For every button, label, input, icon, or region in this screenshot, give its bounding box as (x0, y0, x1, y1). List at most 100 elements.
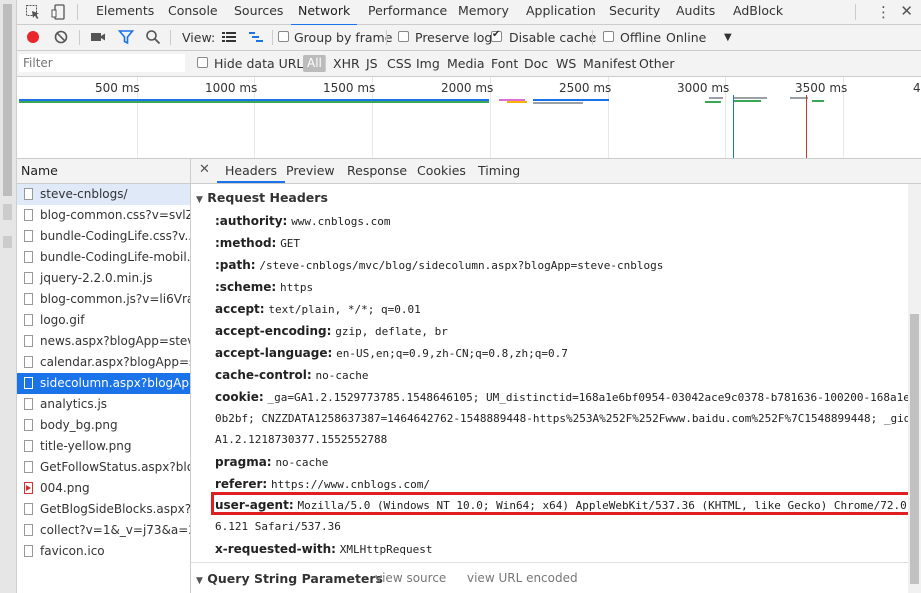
tab-audits[interactable]: Audits (676, 0, 715, 24)
inspect-element-icon[interactable] (25, 4, 41, 20)
tab-network[interactable]: Network (291, 0, 358, 26)
header-row: cache-control: no-cache (215, 368, 369, 382)
cookie-continuation: A1.2.1218730377.1552552788 (215, 433, 388, 446)
tab-performance[interactable]: Performance (368, 0, 447, 24)
query-string-title: Query String Parameters (207, 571, 383, 586)
request-row[interactable]: bundle-CodingLife-mobil... (17, 247, 190, 268)
view-label: View: (182, 30, 216, 45)
filter-type-manifest[interactable]: Manifest (583, 56, 636, 71)
filter-type-font[interactable]: Font (491, 56, 518, 71)
filter-type-ws[interactable]: WS (556, 56, 576, 71)
tab-response[interactable]: Response (347, 163, 407, 178)
request-details-panel: ✕ Headers Preview Response Cookies Timin… (191, 159, 921, 593)
hide-data-urls-checkbox[interactable] (197, 57, 208, 68)
request-row[interactable]: calendar.aspx?blogApp=s... (17, 352, 190, 373)
preserve-log-checkbox[interactable] (398, 31, 409, 42)
view-url-encoded-link[interactable]: view URL encoded (467, 571, 578, 585)
name-column-label: Name (21, 163, 58, 178)
request-row[interactable]: GetFollowStatus.aspx?blo... (17, 457, 190, 478)
disable-cache-checkbox[interactable] (491, 29, 502, 42)
large-rows-icon[interactable] (221, 29, 237, 45)
gutter-scroll-thumb[interactable] (3, 4, 12, 196)
clear-icon[interactable] (53, 29, 69, 45)
separator (855, 4, 856, 20)
request-name: jquery-2.2.0.min.js (40, 271, 153, 285)
network-overview-timeline[interactable]: 500 ms 1000 ms 1500 ms 2000 ms 2500 ms 3… (17, 77, 921, 159)
disable-cache-label: Disable cache (509, 30, 597, 45)
close-devtools-icon[interactable]: ✕ (900, 2, 913, 20)
request-row[interactable]: analytics.js (17, 394, 190, 415)
tab-security[interactable]: Security (609, 0, 660, 24)
header-row: :path: /steve-cnblogs/mvc/blog/sidecolum… (215, 258, 664, 272)
tab-console[interactable]: Console (168, 0, 218, 24)
tab-timing[interactable]: Timing (478, 163, 520, 178)
filter-input[interactable] (19, 54, 185, 72)
request-row[interactable]: blog-common.js?v=li6Vra... (17, 289, 190, 310)
request-row[interactable]: favicon.ico (17, 541, 190, 562)
filter-type-all[interactable]: All (303, 55, 326, 72)
header-row: pragma: no-cache (215, 455, 329, 469)
tab-headers[interactable]: Headers (217, 159, 286, 183)
load-marker (806, 95, 807, 158)
tab-adblock[interactable]: AdBlock (733, 0, 783, 24)
filter-type-xhr[interactable]: XHR (333, 56, 360, 71)
request-row[interactable]: news.aspx?blogApp=stev... (17, 331, 190, 352)
filter-type-media[interactable]: Media (447, 56, 485, 71)
request-row[interactable]: logo.gif (17, 310, 190, 331)
offline-checkbox[interactable] (603, 31, 614, 42)
request-name: blog-common.js?v=li6Vra... (40, 292, 190, 306)
filter-type-img[interactable]: Img (416, 56, 440, 71)
tab-preview[interactable]: Preview (286, 163, 335, 178)
request-row[interactable]: bundle-CodingLife.css?v... (17, 226, 190, 247)
request-row[interactable]: collect?v=1&_v=j73&a=2... (17, 520, 190, 541)
tab-cookies[interactable]: Cookies (417, 163, 466, 178)
chevron-down-icon[interactable]: ▼ (724, 32, 732, 43)
request-row[interactable]: GetBlogSideBlocks.aspx?... (17, 499, 190, 520)
filter-type-js[interactable]: JS (366, 56, 378, 71)
request-row[interactable]: sidecolumn.aspx?blogAp... (17, 373, 190, 394)
filter-icon[interactable] (117, 29, 135, 45)
separator (79, 30, 80, 45)
request-name: logo.gif (40, 313, 85, 327)
request-name: sidecolumn.aspx?blogAp... (40, 376, 190, 390)
waterfall-overview-icon[interactable] (248, 29, 264, 45)
request-row[interactable]: 004.png (17, 478, 190, 499)
timeline-bar (733, 97, 767, 99)
capture-screenshots-icon[interactable] (90, 29, 106, 45)
request-row[interactable]: jquery-2.2.0.min.js (17, 268, 190, 289)
tab-application[interactable]: Application (526, 0, 596, 24)
header-row: x-requested-with: XMLHttpRequest (215, 542, 433, 556)
filter-type-css[interactable]: CSS (387, 56, 412, 71)
request-headers-toggle[interactable]: ▼ Request Headers (196, 190, 328, 205)
request-row[interactable]: body_bg.png (17, 415, 190, 436)
request-row[interactable]: steve-cnblogs/ (17, 184, 190, 205)
highlight-box (211, 492, 915, 515)
request-name: title-yellow.png (40, 439, 132, 453)
search-icon[interactable] (145, 29, 161, 45)
header-row: :method: GET (215, 236, 301, 250)
request-name: calendar.aspx?blogApp=s... (40, 355, 190, 369)
details-scrollbar[interactable] (908, 184, 921, 593)
details-scroll-thumb[interactable] (910, 314, 919, 584)
filter-type-other[interactable]: Other (639, 56, 675, 71)
request-row[interactable]: title-yellow.png (17, 436, 190, 457)
tab-memory[interactable]: Memory (458, 0, 509, 24)
request-headers-title: Request Headers (207, 190, 328, 205)
more-options-icon[interactable]: ⋮ (876, 3, 891, 21)
name-column-header[interactable]: Name (17, 159, 190, 184)
query-string-toggle[interactable]: ▼ Query String Parameters (196, 571, 383, 586)
group-by-frame-checkbox[interactable] (278, 31, 289, 42)
request-row[interactable]: blog-common.css?v=svlZ... (17, 205, 190, 226)
view-source-link[interactable]: view source (375, 571, 446, 585)
tab-sources[interactable]: Sources (234, 0, 283, 24)
devtools-tabbar: Elements Console Sources Network Perform… (17, 0, 921, 26)
record-icon[interactable] (25, 29, 41, 45)
tab-elements[interactable]: Elements (96, 0, 154, 24)
throttling-select[interactable]: Online (666, 30, 706, 45)
device-toolbar-icon[interactable] (51, 4, 67, 20)
left-gutter-scrollbar[interactable] (0, 0, 17, 593)
header-row: :scheme: https (215, 280, 314, 294)
filter-type-doc[interactable]: Doc (524, 56, 548, 71)
timeline-bar (533, 102, 583, 104)
close-details-icon[interactable]: ✕ (199, 162, 210, 177)
